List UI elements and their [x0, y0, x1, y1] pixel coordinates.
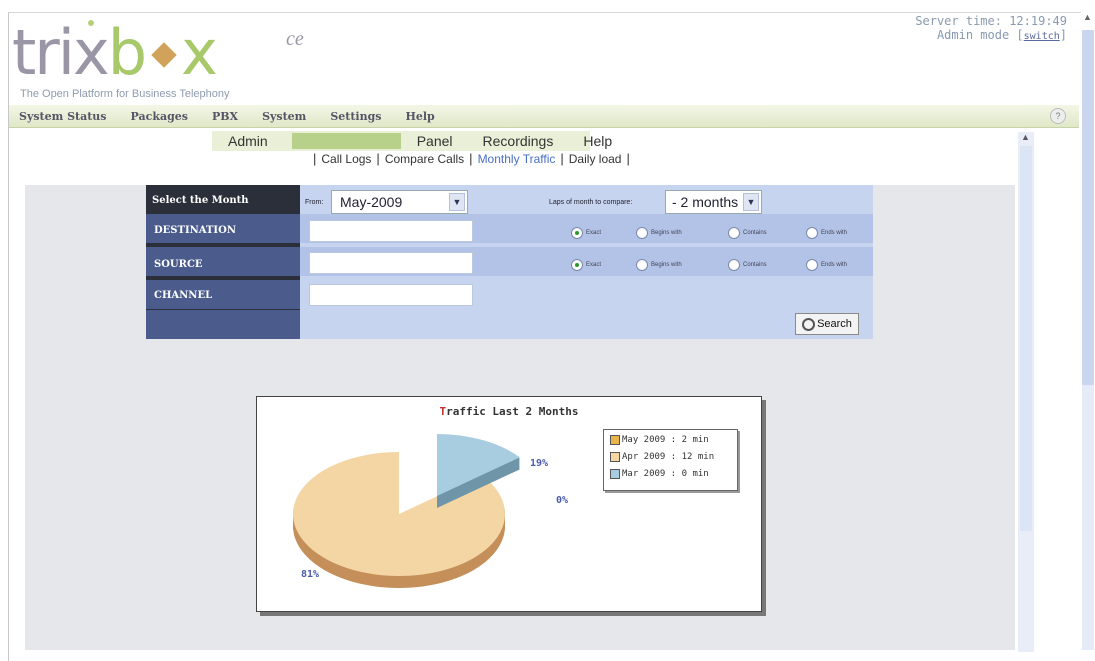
destination-radio-exact[interactable]: Exact: [571, 227, 601, 239]
channel-input[interactable]: [309, 284, 473, 306]
compare-label: Laps of month to compare:: [549, 199, 633, 206]
menu-system-status[interactable]: System Status: [19, 110, 107, 123]
tab-admin[interactable]: Admin: [212, 133, 282, 149]
channel-label: CHANNEL: [154, 290, 213, 301]
menu-packages[interactable]: Packages: [131, 110, 188, 123]
tab-panel[interactable]: Panel: [401, 133, 467, 149]
destination-radio-ends[interactable]: Ends with: [806, 227, 847, 239]
subnav-daily-load[interactable]: Daily load: [569, 152, 622, 166]
menu-system[interactable]: System: [262, 110, 306, 123]
search-button[interactable]: Search: [795, 313, 859, 335]
label-81: 81%: [301, 569, 320, 580]
compare-select[interactable]: - 2 months ▼: [665, 190, 762, 214]
help-icon[interactable]: ?: [1050, 108, 1066, 124]
chevron-down-icon[interactable]: ▼: [449, 193, 465, 211]
destination-label: DESTINATION: [154, 225, 236, 236]
arrow-up-icon[interactable]: ▲: [1083, 12, 1092, 22]
subnav-monthly-traffic[interactable]: Monthly Traffic: [478, 152, 556, 166]
traffic-chart: Traffic Last 2 Months May 2009 : 2 min A…: [256, 396, 762, 612]
server-info: Server time: 12:19:49 Admin mode [switch…: [915, 14, 1067, 44]
tab-help[interactable]: Help: [567, 133, 626, 149]
chevron-down-icon[interactable]: ▼: [743, 193, 759, 211]
legend-may: May 2009 : 2 min: [610, 435, 709, 445]
destination-radio-contains[interactable]: Contains: [728, 227, 767, 239]
arrow-up-icon[interactable]: ▲: [1021, 132, 1030, 142]
page-scrollbar-thumb[interactable]: [1082, 30, 1094, 385]
menu-settings[interactable]: Settings: [330, 110, 381, 123]
source-input[interactable]: [309, 252, 473, 274]
source-radio-ends[interactable]: Ends with: [806, 259, 847, 271]
tab-reports[interactable]: Reports: [291, 133, 401, 149]
legend-apr: Apr 2009 : 12 min: [610, 452, 714, 462]
source-radio-exact[interactable]: Exact: [571, 259, 601, 271]
content-scrollbar-thumb[interactable]: [1020, 146, 1032, 531]
tagline: The Open Platform for Business Telephony: [20, 88, 230, 100]
page-scrollbar[interactable]: [1082, 30, 1094, 650]
switch-link[interactable]: switch: [1024, 31, 1060, 42]
content-scrollbar[interactable]: ▲: [1018, 132, 1034, 652]
destination-radio-begins[interactable]: Begins with: [636, 227, 682, 239]
subtabs: Admin Reports Panel Recordings Help: [212, 131, 612, 151]
label-0: 0%: [556, 495, 569, 506]
source-radio-contains[interactable]: Contains: [728, 259, 767, 271]
label-19: 19%: [530, 458, 549, 469]
menu-help[interactable]: Help: [405, 110, 434, 123]
main-menu: System Status Packages PBX System Settin…: [9, 105, 1079, 128]
trixbox-logo: trixb x: [12, 16, 218, 89]
subnav-compare-calls[interactable]: Compare Calls: [385, 152, 464, 166]
from-label: From:: [305, 199, 324, 206]
select-month-label: Select the Month: [152, 195, 249, 206]
source-label: SOURCE: [154, 259, 203, 270]
menu-pbx[interactable]: PBX: [212, 110, 238, 123]
form-labels: Select the Month DESTINATION SOURCE CHAN…: [146, 185, 300, 339]
month-select[interactable]: May-2009 ▼: [331, 190, 468, 214]
report-subnav: | Call Logs | Compare Calls | Monthly Tr…: [313, 151, 630, 166]
server-time: Server time: 12:19:49: [915, 14, 1067, 28]
source-radio-begins[interactable]: Begins with: [636, 259, 682, 271]
magnifier-icon: [802, 317, 816, 331]
tab-recordings[interactable]: Recordings: [467, 133, 568, 149]
subnav-call-logs[interactable]: Call Logs: [321, 152, 371, 166]
logo-ce: ce: [286, 28, 304, 50]
chart-legend: May 2009 : 2 min Apr 2009 : 12 min Mar 2…: [603, 429, 738, 491]
admin-mode: Admin mode [switch]: [936, 28, 1067, 42]
destination-input[interactable]: [309, 220, 473, 242]
legend-mar: Mar 2009 : 0 min: [610, 469, 709, 479]
